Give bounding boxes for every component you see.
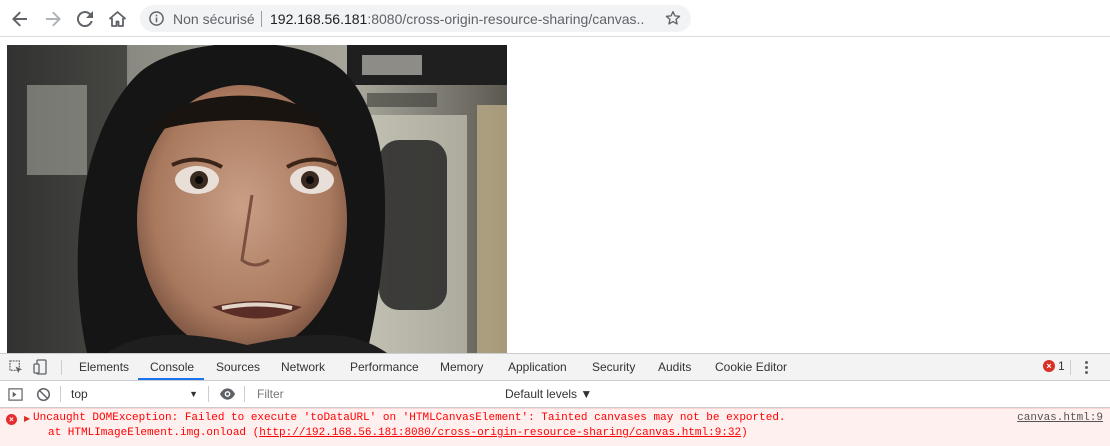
device-toolbar-icon[interactable] <box>33 359 49 375</box>
tab-memory[interactable]: Memory <box>440 354 483 380</box>
address-bar[interactable]: Non sécurisé 192.168.56.181:8080/cross-o… <box>140 5 691 32</box>
tab-console[interactable]: Console <box>150 354 194 380</box>
forward-button[interactable] <box>40 6 66 32</box>
live-expression-eye-icon[interactable] <box>219 387 236 401</box>
reload-icon <box>77 11 93 27</box>
more-options-icon[interactable] <box>1083 360 1089 376</box>
url-separator <box>261 11 262 27</box>
tab-cookie-editor[interactable]: Cookie Editor <box>715 354 787 380</box>
stack-suffix: ) <box>741 427 748 439</box>
context-select[interactable]: top ▼ <box>64 383 204 405</box>
clear-console-icon[interactable] <box>36 387 51 402</box>
back-arrow-icon <box>12 11 27 27</box>
sidebar-toggle-icon[interactable] <box>8 387 23 402</box>
tab-network[interactable]: Network <box>281 354 325 380</box>
tab-audits[interactable]: Audits <box>658 354 691 380</box>
toolbar-divider-2 <box>208 386 209 402</box>
error-icon: × <box>6 414 17 425</box>
tab-elements[interactable]: Elements <box>79 354 129 380</box>
reload-button[interactable] <box>72 6 98 32</box>
back-button[interactable] <box>7 6 33 32</box>
toolbar-divider <box>60 386 61 402</box>
console-toolbar: top ▼ Default levels ▼ <box>0 381 1110 408</box>
error-text[interactable]: Uncaught DOMException: Failed to execute… <box>33 412 786 424</box>
tabbar-divider-right <box>1070 360 1071 375</box>
inspect-element-icon[interactable] <box>9 360 24 375</box>
tab-application[interactable]: Application <box>508 354 567 380</box>
canvas-image <box>7 45 507 353</box>
url-text[interactable]: 192.168.56.181:8080/cross-origin-resourc… <box>270 11 645 27</box>
tab-performance[interactable]: Performance <box>350 354 419 380</box>
tab-security[interactable]: Security <box>592 354 635 380</box>
tabbar-divider <box>61 360 62 375</box>
home-button[interactable] <box>104 6 130 32</box>
stack-link[interactable]: http://192.168.56.181:8080/cross-origin-… <box>259 427 741 439</box>
log-levels-dropdown[interactable]: Default levels ▼ <box>505 383 592 405</box>
forward-arrow-icon <box>46 11 61 27</box>
devtools-panel: Elements Console Sources Network Perform… <box>0 353 1110 446</box>
bookmark-star-icon[interactable] <box>665 10 681 26</box>
security-label: Non sécurisé <box>173 11 255 27</box>
dropdown-arrow-icon: ▼ <box>189 389 198 399</box>
toolbar-divider-3 <box>244 386 245 402</box>
portrait-photo <box>7 45 507 353</box>
expand-triangle-icon[interactable]: ▶ <box>24 414 30 423</box>
url-host: 192.168.56.181 <box>270 11 368 27</box>
active-tab-indicator <box>138 378 204 380</box>
home-icon <box>108 11 126 27</box>
error-stack-line: at HTMLImageElement.img.onload (http://1… <box>48 427 748 439</box>
stack-prefix: at HTMLImageElement.img.onload ( <box>48 427 260 439</box>
devtools-tabbar: Elements Console Sources Network Perform… <box>0 354 1110 381</box>
console-filter-input[interactable] <box>249 384 497 404</box>
error-count: 1 <box>1058 359 1065 373</box>
tab-sources[interactable]: Sources <box>216 354 260 380</box>
error-counter[interactable]: × 1 <box>1043 359 1065 373</box>
info-icon[interactable] <box>149 11 164 26</box>
error-x-icon: × <box>1043 360 1055 372</box>
console-error-message: × ▶ Uncaught DOMException: Failed to exe… <box>0 408 1110 446</box>
error-source-link[interactable]: canvas.html:9 <box>1017 412 1103 424</box>
context-value: top <box>71 387 88 401</box>
url-path: :8080/cross-origin-resource-sharing/canv… <box>367 11 645 27</box>
browser-toolbar: Non sécurisé 192.168.56.181:8080/cross-o… <box>0 0 1110 37</box>
